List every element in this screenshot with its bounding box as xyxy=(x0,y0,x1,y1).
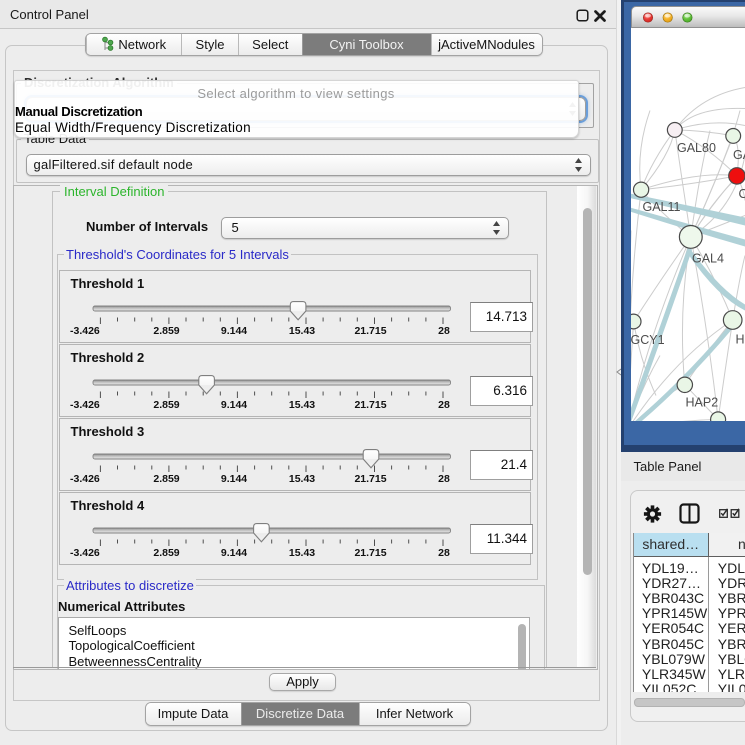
svg-text:C: C xyxy=(739,187,745,201)
svg-text:15.43: 15.43 xyxy=(288,473,314,485)
svg-text:28: 28 xyxy=(438,473,450,485)
svg-text:2.859: 2.859 xyxy=(153,325,179,337)
svg-text:28: 28 xyxy=(438,325,450,337)
svg-text:21.715: 21.715 xyxy=(354,547,386,559)
svg-text:HI: HI xyxy=(736,332,745,346)
svg-text:21.715: 21.715 xyxy=(354,325,386,337)
svg-text:GCY1: GCY1 xyxy=(631,333,665,347)
svg-text:9.144: 9.144 xyxy=(220,399,246,411)
svg-text:28: 28 xyxy=(438,399,450,411)
svg-text:15.43: 15.43 xyxy=(288,547,314,559)
svg-text:15.43: 15.43 xyxy=(288,399,314,411)
svg-text:9.144: 9.144 xyxy=(220,473,246,485)
svg-text:21.715: 21.715 xyxy=(354,473,386,485)
svg-text:2.859: 2.859 xyxy=(153,547,179,559)
svg-text:-3.426: -3.426 xyxy=(70,547,100,559)
svg-text:9.144: 9.144 xyxy=(220,325,246,337)
svg-text:-3.426: -3.426 xyxy=(70,325,100,337)
svg-text:GAL11: GAL11 xyxy=(643,200,681,214)
svg-text:28: 28 xyxy=(438,547,450,559)
svg-text:GAL80: GAL80 xyxy=(677,141,716,155)
svg-text:GAL4: GAL4 xyxy=(692,251,724,265)
svg-text:9.144: 9.144 xyxy=(220,547,246,559)
svg-text:21.715: 21.715 xyxy=(354,399,386,411)
svg-text:GA: GA xyxy=(733,148,745,162)
svg-text:15.43: 15.43 xyxy=(288,325,314,337)
svg-text:HAP2: HAP2 xyxy=(686,395,719,409)
svg-text:2.859: 2.859 xyxy=(153,473,179,485)
svg-text:2.859: 2.859 xyxy=(153,399,179,411)
svg-text:-3.426: -3.426 xyxy=(70,473,100,485)
svg-text:-3.426: -3.426 xyxy=(70,399,100,411)
